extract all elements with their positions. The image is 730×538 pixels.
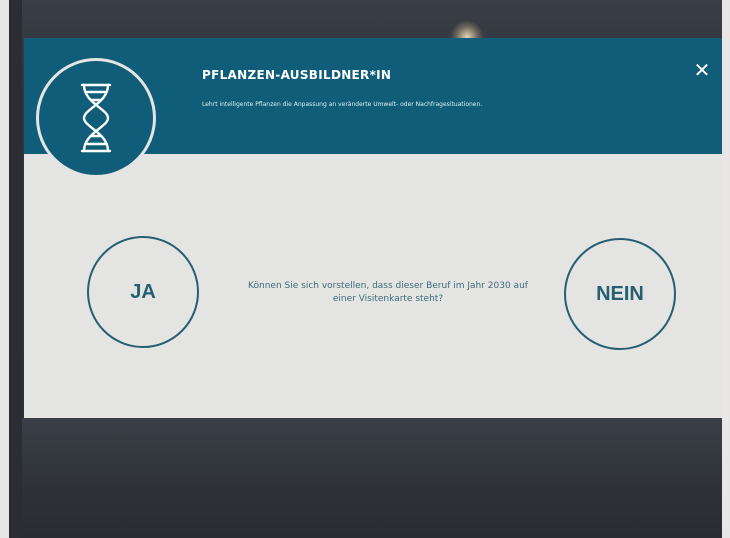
monitor-bezel-right	[722, 0, 730, 538]
monitor-bezel-left	[0, 0, 22, 538]
job-dialog: PFLANZEN-AUSBILDNER*IN Lehrt intelligent…	[24, 38, 722, 418]
yes-button[interactable]: JA	[87, 236, 199, 348]
close-icon: ✕	[693, 58, 711, 82]
question-text: Können Sie sich vorstellen, dass dieser …	[248, 281, 528, 304]
close-button[interactable]: ✕	[692, 60, 712, 80]
job-icon-badge	[36, 58, 156, 178]
dialog-title: PFLANZEN-AUSBILDNER*IN	[202, 68, 392, 82]
dna-icon	[80, 83, 112, 153]
dialog-subtitle: Lehrt intelligente Pflanzen die Anpassun…	[202, 101, 483, 108]
no-button[interactable]: NEIN	[564, 238, 676, 350]
screen-bottom-area	[22, 418, 726, 538]
